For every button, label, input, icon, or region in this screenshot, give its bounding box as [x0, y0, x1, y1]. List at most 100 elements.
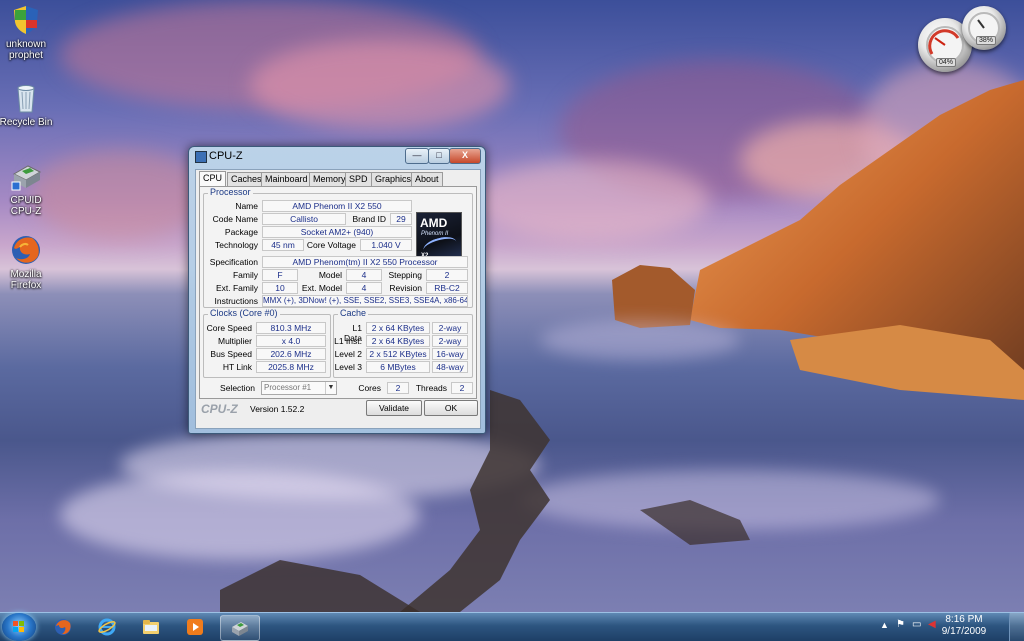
minimize-button[interactable]: — — [405, 148, 429, 164]
meter-value: 04% — [936, 58, 957, 67]
taskbar-clock[interactable]: 8:16 PM 9/17/2009 — [934, 614, 994, 638]
extfamily-value: 10 — [262, 282, 298, 294]
name-label: Name — [235, 201, 258, 211]
selection-row: Selection Processor #1 ▼ Cores 2 Threads… — [203, 381, 473, 395]
memory-meter-gadget[interactable]: 38% — [962, 6, 1006, 50]
media-player-icon — [187, 619, 203, 635]
wave-surf — [540, 320, 740, 360]
l3-value: 6 MBytes — [366, 361, 430, 373]
corespeed-label: Core Speed — [206, 323, 252, 333]
l2-value: 2 x 512 KBytes — [366, 348, 430, 360]
clock-date: 9/17/2009 — [941, 626, 987, 637]
htlink-value: 2025.8 MHz — [256, 361, 326, 373]
family-label: Family — [232, 270, 258, 280]
package-value: Socket AM2+ (940) — [262, 226, 412, 238]
folder-icon — [143, 620, 159, 634]
desktop-icon-user[interactable]: unknown prophet — [0, 4, 55, 61]
flag-icon[interactable]: ⚑ — [896, 619, 905, 630]
desktop-wallpaper — [0, 0, 1024, 612]
model-value: 4 — [346, 269, 382, 281]
validate-button[interactable]: Validate — [366, 400, 422, 416]
cpu-chip-icon — [232, 622, 248, 636]
window-client: CPU Caches Mainboard Memory SPD Graphics… — [195, 169, 481, 429]
cores-value: 2 — [387, 382, 409, 394]
chevron-down-icon[interactable]: ▼ — [325, 382, 336, 394]
processor-select-value: Processor #1 — [264, 383, 312, 392]
close-button[interactable]: X — [449, 148, 481, 164]
corespeed-value: 810.3 MHz — [256, 322, 326, 334]
app-icon — [195, 151, 207, 163]
taskbar-internet-explorer[interactable] — [88, 615, 126, 639]
tab-caches[interactable]: Caches — [227, 172, 266, 186]
recycle-bin-icon — [10, 82, 42, 114]
extfamily-label: Ext. Family — [215, 283, 258, 293]
desktop-icon-cpuz[interactable]: CPUID CPU-Z — [0, 160, 55, 217]
busspeed-label: Bus Speed — [210, 349, 252, 359]
taskbar-windows-explorer[interactable] — [132, 615, 170, 639]
tab-mainboard[interactable]: Mainboard — [261, 172, 312, 186]
windows-logo-icon — [13, 621, 25, 633]
package-label: Package — [224, 227, 258, 237]
l3-label: Level 3 — [334, 362, 362, 372]
internet-explorer-icon — [98, 618, 116, 636]
l1d-value: 2 x 64 KBytes — [366, 322, 430, 334]
name-value: AMD Phenom II X2 550 — [262, 200, 412, 212]
instructions-label: Instructions — [214, 296, 258, 306]
extmodel-label: Ext. Model — [301, 283, 342, 293]
cpuz-brand: CPU-Z — [201, 402, 238, 416]
technology-value: 45 nm — [262, 239, 304, 251]
desktop-icon-label: Recycle Bin — [0, 117, 53, 128]
processor-select[interactable]: Processor #1 ▼ — [261, 381, 337, 395]
taskbar: ▲ ⚑ ▭ ◀ 8:16 PM 9/17/2009 — [0, 612, 1024, 641]
cache-group: Cache L1 Data 2 x 64 KBytes 2-way L1 Ins… — [333, 308, 473, 378]
group-title: Clocks (Core #0) — [208, 308, 280, 318]
taskbar-cpuz[interactable] — [220, 615, 260, 641]
cores-label: Cores — [358, 383, 381, 393]
l1i-way: 2-way — [432, 335, 468, 347]
l1i-value: 2 x 64 KBytes — [366, 335, 430, 347]
tab-spd[interactable]: SPD — [345, 172, 372, 186]
taskbar-media-player[interactable] — [176, 615, 214, 639]
tab-about[interactable]: About — [411, 172, 443, 186]
logo-brand: AMD — [420, 216, 448, 230]
version-label: Version 1.52.2 — [250, 404, 305, 414]
taskbar-firefox[interactable] — [44, 615, 82, 639]
firefox-icon — [55, 619, 71, 635]
model-label: Model — [318, 270, 342, 280]
maximize-button[interactable]: □ — [428, 148, 450, 164]
desktop-icon-recycle-bin[interactable]: Recycle Bin — [0, 82, 55, 128]
window-title: CPU-Z — [209, 150, 243, 162]
busspeed-value: 202.6 MHz — [256, 348, 326, 360]
shield-icon — [10, 4, 42, 36]
chevron-up-icon[interactable]: ▲ — [880, 620, 889, 630]
codename-value: Callisto — [262, 213, 346, 225]
title-bar[interactable]: CPU-Z — □ X — [189, 147, 485, 165]
multiplier-value: x 4.0 — [256, 335, 326, 347]
meter-value: 38% — [976, 36, 997, 45]
instructions-value: MMX (+), 3DNow! (+), SSE, SSE2, SSE3, SS… — [262, 295, 468, 307]
ok-button[interactable]: OK — [424, 400, 478, 416]
show-desktop-button[interactable] — [1009, 613, 1024, 641]
desktop-icon-label: Mozilla Firefox — [10, 269, 42, 291]
technology-label: Technology — [214, 240, 258, 250]
group-title: Processor — [208, 187, 253, 197]
network-icon[interactable]: ▭ — [912, 619, 921, 630]
desktop-icon-label: unknown prophet — [5, 39, 47, 61]
firefox-icon — [10, 234, 42, 266]
l1i-label: L1 Inst. — [334, 336, 362, 346]
stepping-value: 2 — [426, 269, 468, 281]
cpuz-window[interactable]: CPU-Z — □ X CPU Caches Mainboard Memory … — [188, 146, 486, 434]
tab-graphics[interactable]: Graphics — [371, 172, 416, 186]
brandid-value: 29 — [390, 213, 412, 225]
multiplier-label: Multiplier — [217, 336, 252, 346]
stepping-label: Stepping — [388, 270, 422, 280]
desktop-icon-firefox[interactable]: Mozilla Firefox — [0, 234, 55, 291]
cpu-tab-panel: Processor Name AMD Phenom II X2 550 Code… — [199, 186, 477, 399]
start-button[interactable] — [2, 613, 36, 641]
voltage-value: 1.040 V — [360, 239, 412, 251]
spec-value: AMD Phenom(tm) II X2 550 Processor — [262, 256, 468, 268]
tab-cpu[interactable]: CPU — [199, 171, 227, 187]
tab-memory[interactable]: Memory — [309, 172, 350, 186]
l2-way: 16-way — [432, 348, 468, 360]
brandid-label: Brand ID — [352, 214, 386, 224]
